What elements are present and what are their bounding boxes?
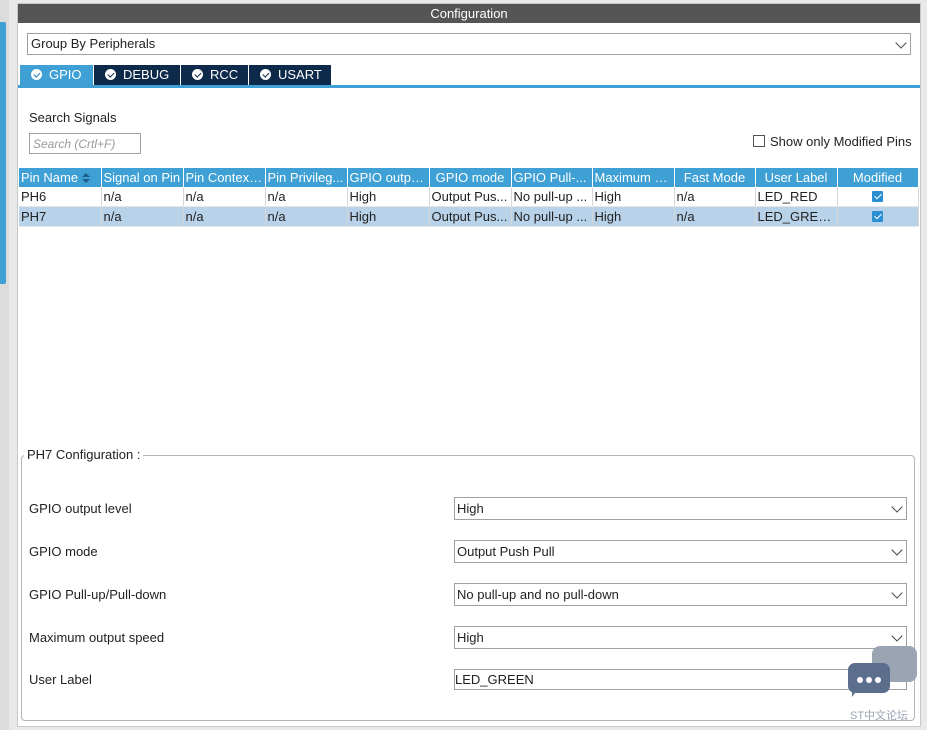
- table-row[interactable]: PH6 n/a n/a n/a High Output Pus... No pu…: [19, 187, 919, 207]
- column-header-pin-name[interactable]: Pin Name: [19, 168, 102, 187]
- cell-context: n/a: [183, 206, 266, 227]
- checkbox-icon: [753, 135, 765, 147]
- chevron-down-icon: [891, 587, 903, 599]
- dot-icon: [875, 677, 881, 683]
- cell-privilege: n/a: [265, 187, 348, 207]
- cell-fast-mode: n/a: [674, 206, 756, 227]
- search-signals-label: Search Signals: [29, 110, 117, 125]
- column-header-signal[interactable]: Signal on Pin: [101, 168, 184, 187]
- dot-icon: [866, 677, 872, 683]
- cell-gpio-output: High: [347, 187, 430, 207]
- cell-modified: [837, 187, 919, 207]
- gpio-output-level-select[interactable]: High: [454, 497, 907, 520]
- tab-rcc[interactable]: RCC: [181, 65, 248, 85]
- tab-label: GPIO: [49, 67, 82, 82]
- chevron-down-icon: [891, 501, 903, 513]
- checkmark-icon: [872, 211, 883, 222]
- chevron-down-icon: [891, 630, 903, 642]
- cell-signal: n/a: [101, 206, 184, 227]
- tab-usart[interactable]: USART: [249, 65, 331, 85]
- table-header-row: Pin Name Signal on Pin Pin Context... Pi…: [19, 168, 919, 187]
- gpio-output-level-value: High: [457, 501, 484, 516]
- panel-title: Configuration: [18, 4, 920, 23]
- gpio-mode-value: Output Push Pull: [457, 544, 555, 559]
- cell-fast-mode: n/a: [674, 187, 756, 207]
- tab-label: USART: [278, 67, 322, 82]
- left-sidebar-edge: [0, 0, 9, 730]
- user-label-label: User Label: [29, 672, 92, 687]
- column-header-gpio-output[interactable]: GPIO outpu...: [347, 168, 430, 187]
- configuration-panel: Configuration Group By Peripherals GPIO …: [17, 3, 921, 727]
- cell-signal: n/a: [101, 187, 184, 207]
- cell-max-speed: High: [592, 206, 675, 227]
- tab-label: DEBUG: [123, 67, 170, 82]
- cell-gpio-mode: Output Pus...: [429, 206, 512, 227]
- column-header-user-label[interactable]: User Label: [755, 168, 838, 187]
- cell-pin-name: PH7: [19, 206, 102, 227]
- tab-label: RCC: [210, 67, 239, 82]
- user-label-input[interactable]: LED_GREEN: [454, 669, 907, 690]
- check-circle-icon: [105, 69, 116, 80]
- cell-gpio-mode: Output Pus...: [429, 187, 512, 207]
- gpio-mode-label: GPIO mode: [29, 544, 98, 559]
- chevron-down-icon: [891, 544, 903, 556]
- group-by-value: Group By Peripherals: [31, 36, 156, 51]
- tab-gpio[interactable]: GPIO: [20, 65, 93, 85]
- pin-configuration-title: PH7 Configuration :: [24, 447, 144, 462]
- max-output-speed-value: High: [457, 630, 484, 645]
- search-input[interactable]: [29, 133, 141, 154]
- cell-user-label: LED_GREEN: [755, 206, 838, 227]
- chevron-down-icon: [895, 37, 907, 49]
- check-circle-icon: [260, 69, 271, 80]
- column-header-privilege[interactable]: Pin Privileg...: [265, 168, 348, 187]
- cell-user-label: LED_RED: [755, 187, 838, 207]
- column-header-gpio-mode[interactable]: GPIO mode: [429, 168, 512, 187]
- max-output-speed-label: Maximum output speed: [29, 630, 165, 645]
- column-header-gpio-pull[interactable]: GPIO Pull-...: [511, 168, 593, 187]
- checkmark-icon: [872, 191, 883, 202]
- tab-underline: [18, 85, 920, 88]
- max-output-speed-select[interactable]: High: [454, 626, 907, 649]
- gpio-mode-select[interactable]: Output Push Pull: [454, 540, 907, 563]
- check-circle-icon: [31, 69, 42, 80]
- cell-privilege: n/a: [265, 206, 348, 227]
- cell-max-speed: High: [592, 187, 675, 207]
- sidebar-scroll-indicator[interactable]: [0, 22, 6, 284]
- gpio-pull-value: No pull-up and no pull-down: [457, 587, 619, 602]
- cell-pin-name: PH6: [19, 187, 102, 207]
- tab-debug[interactable]: DEBUG: [94, 65, 180, 85]
- gpio-pull-select[interactable]: No pull-up and no pull-down: [454, 583, 907, 606]
- cell-modified: [837, 206, 919, 227]
- cell-gpio-pull: No pull-up ...: [511, 206, 593, 227]
- pin-table: Pin Name Signal on Pin Pin Context... Pi…: [19, 168, 919, 227]
- column-header-context[interactable]: Pin Context...: [183, 168, 266, 187]
- forum-watermark: ST中文论坛: [846, 646, 920, 724]
- cell-gpio-output: High: [347, 206, 430, 227]
- group-by-dropdown[interactable]: Group By Peripherals: [27, 33, 911, 55]
- column-header-modified[interactable]: Modified: [837, 168, 919, 187]
- column-header-fast-mode[interactable]: Fast Mode: [674, 168, 756, 187]
- cell-gpio-pull: No pull-up ...: [511, 187, 593, 207]
- dot-icon: [857, 677, 863, 683]
- column-header-max-speed[interactable]: Maximum o...: [592, 168, 675, 187]
- show-modified-checkbox[interactable]: Show only Modified Pins: [753, 134, 912, 149]
- gpio-output-level-label: GPIO output level: [29, 501, 132, 516]
- watermark-text: ST中文论坛: [850, 710, 909, 722]
- show-modified-label: Show only Modified Pins: [770, 134, 912, 149]
- check-circle-icon: [192, 69, 203, 80]
- sort-icon: [82, 173, 91, 183]
- gpio-pull-label: GPIO Pull-up/Pull-down: [29, 587, 167, 602]
- cell-context: n/a: [183, 187, 266, 207]
- table-row[interactable]: PH7 n/a n/a n/a High Output Pus... No pu…: [19, 206, 919, 227]
